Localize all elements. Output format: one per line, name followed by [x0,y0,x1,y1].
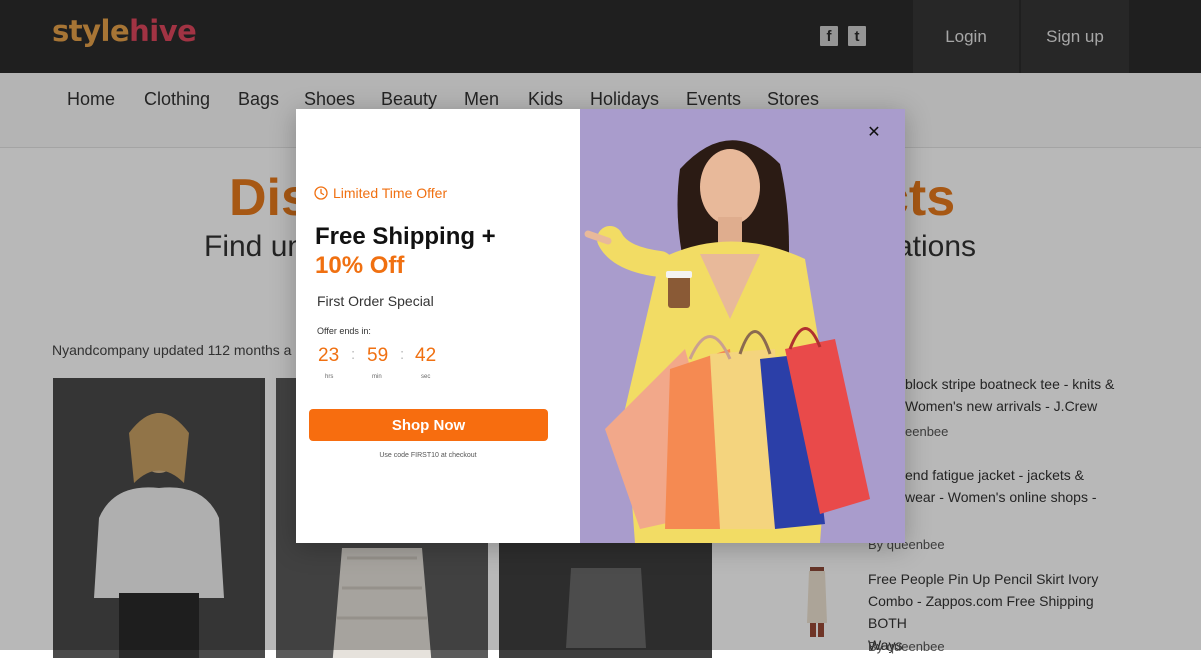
countdown-separator: : [351,346,356,363]
countdown-seconds-label: sec [421,374,431,380]
offer-ends-label: Offer ends in: [317,326,371,336]
promo-headline: Free Shipping + [315,223,496,250]
shop-now-button[interactable]: Shop Now [309,409,548,441]
limited-offer-text: Limited Time Offer [333,185,448,201]
promo-modal: Limited Time Offer Free Shipping + 10% O… [296,109,905,543]
close-icon[interactable]: ✕ [865,124,883,142]
promo-discount: 10% Off [315,252,405,279]
promo-image [580,109,905,543]
countdown-minutes: 59 [367,345,389,366]
clock-icon [314,186,328,200]
countdown-hours-label: hrs [325,374,334,380]
countdown-minutes-label: min [372,374,382,380]
limited-offer-badge: Limited Time Offer [314,185,447,201]
countdown-seconds: 42 [415,345,437,366]
promo-subheadline: First Order Special [317,293,434,309]
promo-code-note: Use code FIRST10 at checkout [379,452,477,459]
countdown-separator: : [400,346,405,363]
promo-modal-content: Limited Time Offer Free Shipping + 10% O… [296,109,580,543]
shopper-photo [584,140,870,543]
countdown-hours: 23 [318,345,340,366]
